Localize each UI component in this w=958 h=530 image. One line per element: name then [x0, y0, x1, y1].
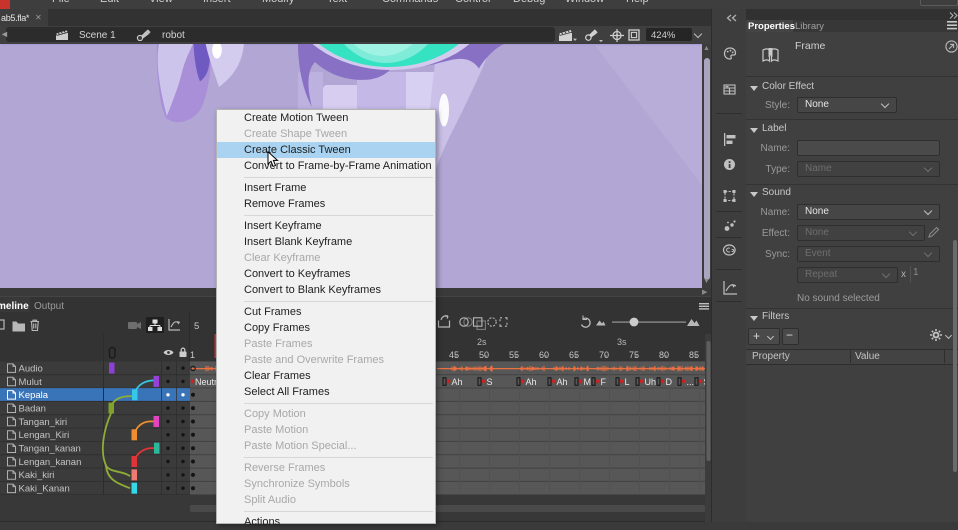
svg-text:80: 80	[659, 350, 669, 360]
svg-text:Lengan_Kiri: Lengan_Kiri	[19, 430, 70, 441]
svg-text:Kaki_Kanan: Kaki_Kanan	[19, 484, 70, 495]
svg-text:45: 45	[449, 350, 459, 360]
svg-text:L: L	[625, 377, 630, 387]
svg-text:Tangan_kiri: Tangan_kiri	[19, 417, 68, 428]
svg-text:5: 5	[194, 321, 199, 332]
svg-text:Kepala: Kepala	[19, 390, 49, 401]
svg-text:65: 65	[569, 350, 579, 360]
svg-text:M: M	[584, 377, 592, 387]
svg-text:75: 75	[629, 350, 639, 360]
svg-text:S: S	[487, 377, 493, 387]
svg-text:Tangan_kanan: Tangan_kanan	[19, 444, 81, 455]
svg-text:50: 50	[479, 350, 489, 360]
svg-text:1: 1	[190, 350, 195, 360]
svg-text:Uh: Uh	[645, 377, 657, 387]
svg-text:Mulut: Mulut	[19, 377, 43, 388]
svg-text:Ah: Ah	[526, 377, 537, 387]
svg-text:meline: meline	[0, 301, 29, 312]
svg-text:Badan: Badan	[19, 404, 46, 415]
svg-text:Kaki_kiri: Kaki_kiri	[19, 470, 55, 481]
svg-text:Lengan_kanan: Lengan_kanan	[19, 457, 82, 468]
svg-text:Ah: Ah	[452, 377, 463, 387]
svg-text:Neutr: Neutr	[195, 377, 217, 387]
svg-text:Output: Output	[34, 301, 64, 312]
svg-text:55: 55	[509, 350, 519, 360]
svg-text:2s: 2s	[477, 337, 487, 347]
svg-text:Audio: Audio	[19, 363, 43, 374]
svg-text:85: 85	[689, 350, 699, 360]
svg-text:...: ...	[687, 377, 695, 387]
svg-text:Ah: Ah	[557, 377, 568, 387]
svg-text:D: D	[666, 377, 673, 387]
svg-text:F: F	[601, 377, 607, 387]
svg-text:70: 70	[599, 350, 609, 360]
svg-text:3s: 3s	[617, 337, 627, 347]
svg-text:60: 60	[539, 350, 549, 360]
